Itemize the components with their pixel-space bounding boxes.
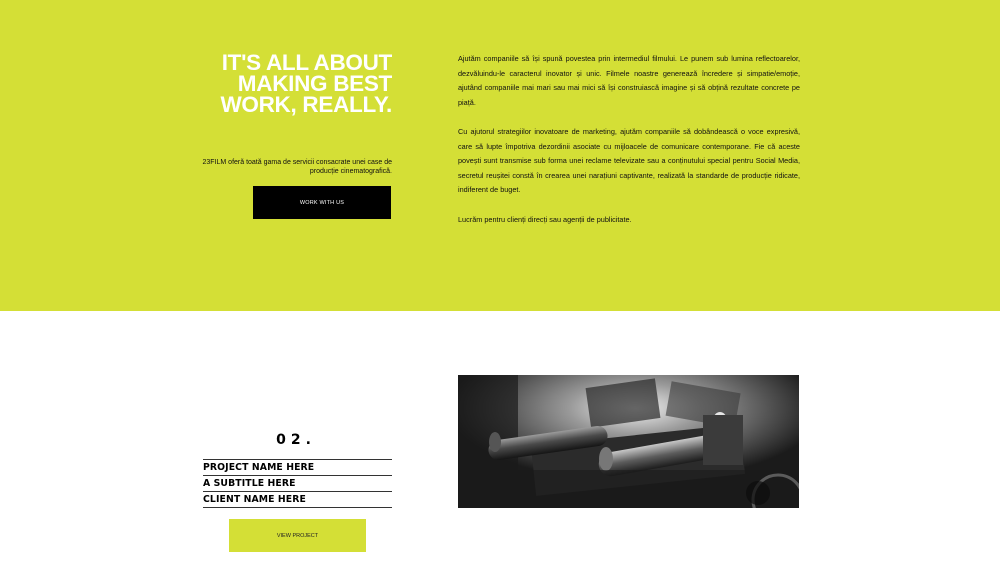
project-image[interactable] — [458, 375, 799, 508]
project-client: CLIENT NAME HERE — [203, 491, 392, 508]
project-subtitle: A SUBTITLE HERE — [203, 475, 392, 491]
hero-description: Ajutăm companiile să își spună povestea … — [458, 52, 800, 242]
description-paragraph: Cu ajutorul strategiilor inovatoare de m… — [458, 126, 800, 195]
hero-tagline: 23FILM oferă toată gama de servicii cons… — [202, 159, 393, 175]
view-project-button[interactable]: VIEW PROJECT — [229, 519, 366, 552]
project-name: PROJECT NAME HERE — [203, 459, 392, 475]
hero-section: IT'S ALL ABOUT MAKING BEST WORK, REALLY.… — [0, 0, 1000, 311]
headline-line: WORK, REALLY. — [220, 92, 392, 117]
headline-line: MAKING BEST — [237, 71, 393, 96]
headline-line: IT'S ALL ABOUT — [221, 50, 393, 75]
project-number: 02. — [276, 432, 316, 448]
work-with-us-button[interactable]: WORK WITH US — [253, 186, 391, 219]
description-paragraph: Lucrăm pentru clienți direcți sau agenți… — [458, 214, 632, 224]
camera-rig-photo — [458, 375, 799, 508]
project-details: PROJECT NAME HERE A SUBTITLE HERE CLIENT… — [203, 459, 392, 508]
hero-headline: IT'S ALL ABOUT MAKING BEST WORK, REALLY. — [200, 50, 393, 117]
description-paragraph: Ajutăm companiile să își spună povestea … — [458, 54, 800, 107]
